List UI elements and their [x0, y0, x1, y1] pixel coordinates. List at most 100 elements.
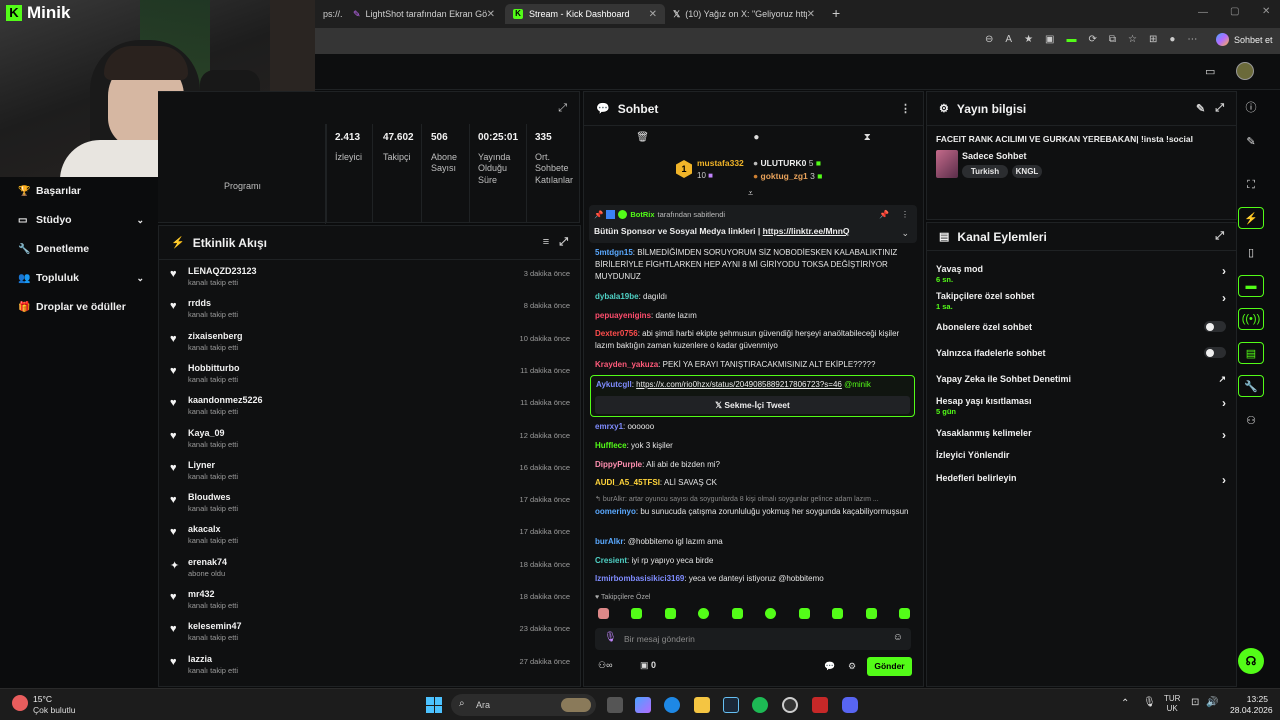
new-tab-icon[interactable]: +	[832, 5, 840, 21]
activity-feed-item[interactable]: ♥ Bloudwes kanalı takip etti 17 dakika önce	[160, 488, 580, 520]
file-explorer-icon[interactable]	[694, 697, 710, 713]
stream-info-rail-icon[interactable]: ▤	[1238, 342, 1264, 364]
sidebar-item-studio[interactable]: ▭ Stüdyo ⌄	[0, 206, 158, 234]
chat-bubble-icon[interactable]: 💬	[824, 661, 835, 672]
activity-feed-item[interactable]: ♥ kelesemin47 kanalı takip etti 23 dakika ö…	[160, 617, 580, 649]
emote-icon[interactable]	[631, 608, 643, 619]
studio-mode-icon[interactable]: ▭	[1205, 65, 1215, 78]
emote-icon[interactable]	[598, 608, 609, 619]
activity-feed-item[interactable]: ♥ Liyner kanalı takip etti 16 dakika önce	[160, 456, 580, 488]
chat-username[interactable]: emrxy1	[595, 422, 623, 431]
unpin-icon[interactable]: 📌	[879, 210, 889, 219]
spotify-icon[interactable]	[752, 697, 768, 713]
chat-users-icon[interactable]: ⚇∞	[598, 660, 612, 671]
sidebar-item-moderation[interactable]: 🔧 Denetleme	[0, 235, 158, 263]
filter-icon[interactable]: ≡	[543, 236, 549, 249]
activity-feed-item[interactable]: ♥ Kaya_09 kanalı takip etti 12 dakika önce	[160, 424, 580, 456]
security-app-icon[interactable]	[812, 697, 828, 713]
chevron-down-icon[interactable]: ⌄	[901, 228, 909, 239]
discord-icon[interactable]	[842, 697, 858, 713]
browser-tab[interactable]: ps://...	[315, 4, 343, 24]
collections-icon[interactable]: ⊞	[1149, 34, 1157, 45]
channel-action-item[interactable]: Yalnızca ifadelerle sohbet	[936, 347, 1226, 358]
chat-username[interactable]: Izmirbombasisikici3169	[595, 574, 684, 583]
emote-icon[interactable]	[765, 608, 777, 619]
gear-icon[interactable]: ⚙	[848, 661, 856, 672]
close-icon[interactable]: ✕	[487, 9, 495, 20]
popout-icon[interactable]: ⤢	[559, 236, 568, 249]
profile-avatar-icon[interactable]: ●	[1169, 34, 1175, 45]
popout-icon[interactable]: ⤢	[558, 102, 567, 115]
sidebar-item-achievements[interactable]: 🏆 Başarılar	[0, 177, 158, 205]
emote-icon[interactable]	[865, 608, 877, 619]
channel-action-item[interactable]: Hesap yaşı kısıtlaması 5 gün ›	[936, 396, 1226, 416]
chat-username[interactable]: DippyPurple	[595, 460, 642, 469]
activity-feed-item[interactable]: ♥ Hobbitturbo kanalı takip etti 11 dakika ö…	[160, 359, 580, 391]
mention[interactable]: @minik	[844, 380, 871, 389]
toggle-switch[interactable]	[1204, 321, 1226, 332]
emote-icon[interactable]	[731, 608, 743, 619]
leader-name[interactable]: mustafa332	[697, 158, 744, 168]
embed-tweet-button[interactable]: 𝕏 Sekme-İçi Tweet	[595, 396, 910, 414]
activity-feed-item[interactable]: ✦ erenak74 abone oldu 18 dakika önce	[160, 553, 580, 585]
activity-feed-item[interactable]: ♥ LENAQZD23123 kanalı takip etti 3 dakika ö…	[160, 262, 580, 294]
sidebar-item-drops[interactable]: 🎁 Droplar ve ödüller	[0, 293, 158, 321]
wrench-icon[interactable]: 🔧	[1238, 375, 1264, 397]
clock[interactable]: 13:25 28.04.2026	[1230, 694, 1273, 716]
taskbar-search[interactable]: ⌕ Ara	[451, 694, 596, 716]
window-close-icon[interactable]: ✕	[1262, 6, 1270, 17]
chat-username[interactable]: Cresient	[595, 556, 627, 565]
fullscreen-icon[interactable]: ⛶	[1238, 174, 1264, 196]
zoom-icon[interactable]: ⊖	[985, 34, 993, 45]
more-vertical-icon[interactable]: ⋮	[900, 102, 911, 115]
chat-username[interactable]: dybala19be	[595, 292, 639, 301]
hourglass-icon[interactable]: ⧗	[864, 132, 871, 143]
read-aloud-icon[interactable]: A	[1005, 34, 1012, 45]
leader-3[interactable]: ● goktug_zg1 3 ■	[753, 171, 822, 181]
microphone-icon[interactable]: 🎙	[604, 632, 617, 643]
windows-start-icon[interactable]	[426, 697, 442, 713]
chat-input-box[interactable]: 🎙 Bir mesaj gönderin ☺	[595, 628, 911, 650]
chat-username[interactable]: Krayden_yakuza	[595, 360, 658, 369]
send-button[interactable]: Gönder	[867, 657, 912, 676]
people-icon[interactable]: ⚇	[1238, 409, 1264, 431]
pinned-link[interactable]: https://linktr.ee/MnnQ	[763, 226, 850, 236]
language-indicator[interactable]: TUR UK	[1164, 694, 1180, 714]
more-vertical-icon[interactable]: ⋮	[901, 210, 909, 219]
puzzle-icon[interactable]: ⧉	[1109, 34, 1116, 45]
toggle-switch[interactable]	[1204, 347, 1226, 358]
emote-icon[interactable]	[664, 608, 676, 619]
chat-username[interactable]: oomerinyo	[595, 507, 636, 516]
stream-category[interactable]: Sadece Sohbet	[962, 151, 1027, 161]
chat-rail-icon[interactable]: ▬	[1238, 275, 1264, 297]
maximize-icon[interactable]: ▢	[1230, 6, 1239, 17]
browser-tab-active[interactable]: K Stream - Kick Dashboard ✕	[505, 4, 665, 24]
channel-action-item[interactable]: Takipçilere özel sohbet 1 sa. ›	[936, 291, 1226, 311]
refresh-extension-icon[interactable]: ⟳	[1088, 34, 1096, 45]
extension-green-icon[interactable]: ▬	[1066, 34, 1076, 45]
channel-action-item[interactable]: Yavaş mod 6 sn. ›	[936, 264, 1226, 284]
trash-icon[interactable]: 🗑	[636, 132, 649, 143]
edit-icon[interactable]: ✎	[1196, 102, 1205, 115]
activity-feed-item[interactable]: ♥ rrdds kanalı takip etti 8 dakika önce	[160, 294, 580, 326]
task-view-icon[interactable]	[607, 697, 623, 713]
copilot-taskbar-icon[interactable]	[635, 697, 651, 713]
favorite-star-icon[interactable]: ★	[1024, 34, 1033, 45]
edit-icon[interactable]: ✎	[1238, 130, 1264, 152]
user-avatar[interactable]	[1236, 62, 1254, 80]
sidebar-item-community[interactable]: 👥 Topluluk ⌄	[0, 264, 158, 292]
browser-tab[interactable]: ✎ LightShot tarafından Ekran Görünt ✕	[345, 4, 503, 24]
close-icon[interactable]: ✕	[807, 9, 815, 20]
obs-icon[interactable]	[782, 697, 798, 713]
activity-feed-item[interactable]: ♥ zixaisenberg kanalı takip etti 10 dakika …	[160, 327, 580, 359]
tweet-link[interactable]: https://x.com/rio0hzx/status/20490858892…	[636, 380, 842, 389]
channel-action-item[interactable]: İzleyici Yönlendir	[936, 450, 1226, 460]
chat-username[interactable]: pepuayenigins	[595, 311, 651, 320]
channel-action-item[interactable]: Hedefleri belirleyin ›	[936, 473, 1226, 487]
emote-icon[interactable]	[798, 608, 810, 619]
edge-icon[interactable]	[664, 697, 680, 713]
lightning-icon[interactable]: ⚡	[1238, 207, 1264, 229]
tag-pill[interactable]: Turkish	[962, 165, 1008, 178]
copilot-chat-button[interactable]: Sohbet et	[1216, 33, 1273, 46]
steam-icon[interactable]	[723, 697, 739, 713]
